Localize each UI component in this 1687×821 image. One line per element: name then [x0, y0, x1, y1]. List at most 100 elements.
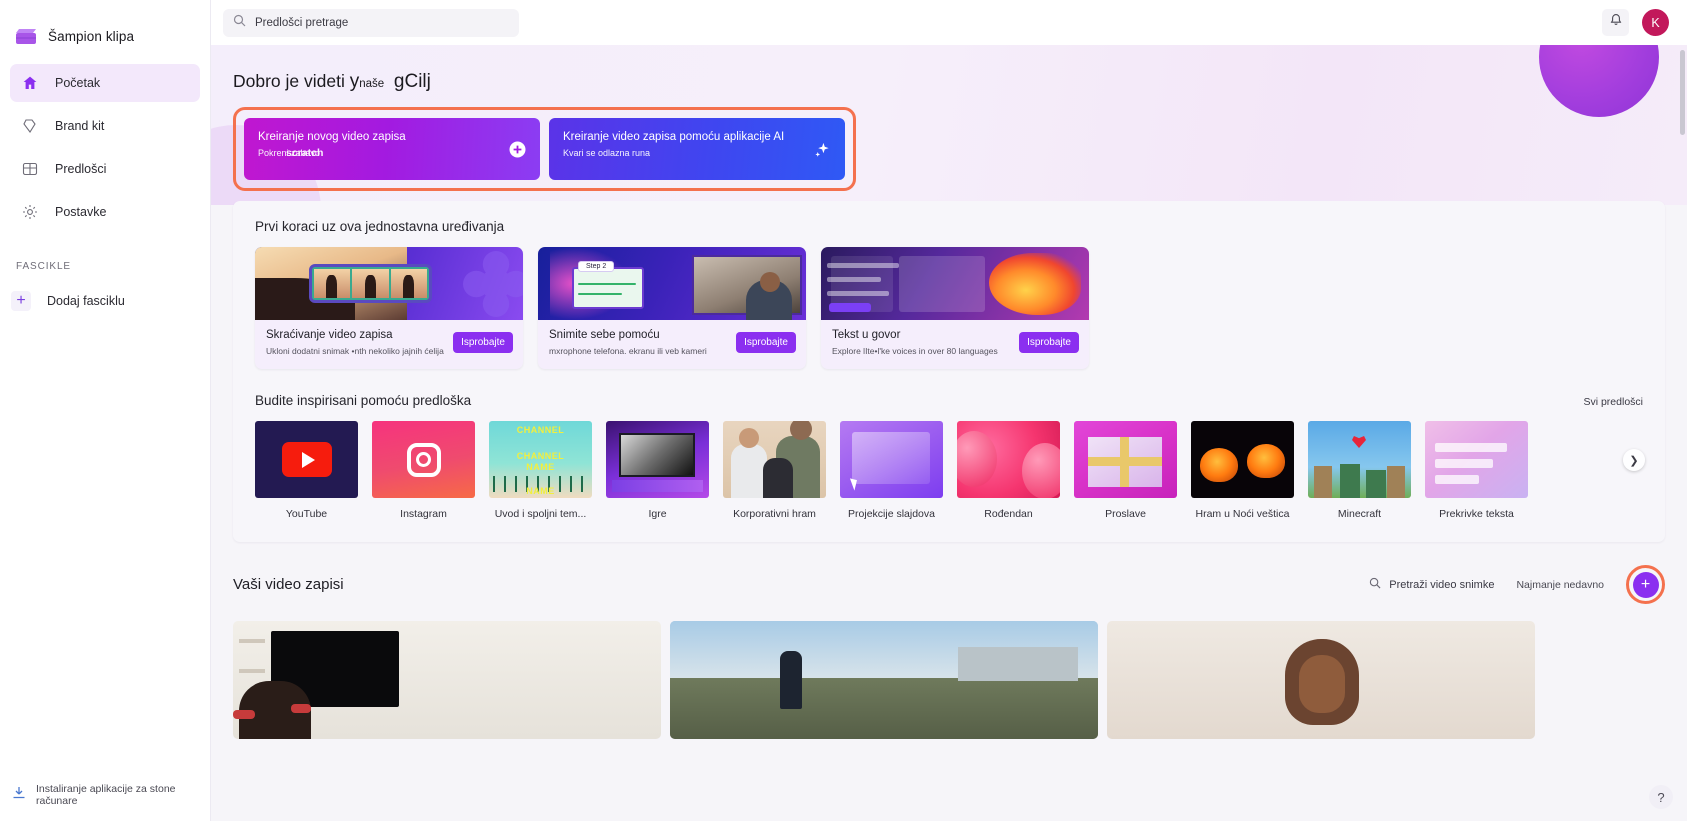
gear-icon — [21, 203, 39, 221]
cta-subtitle-overlap: scratch — [286, 147, 323, 159]
install-desktop-app-button[interactable]: Instaliranje aplikacije za stone računar… — [12, 783, 210, 807]
videos-row — [233, 621, 1665, 739]
search-videos-button[interactable]: Pretraži video snimke — [1369, 577, 1494, 592]
content-panel: Prvi koraci uz ova jednostavna uređivanj… — [233, 201, 1665, 542]
template-label: YouTube — [255, 508, 358, 520]
hero-title-part1: Dobro je videti — [233, 71, 350, 91]
template-label: Uvod i spoljni tem... — [489, 508, 592, 520]
search-input[interactable]: Predlošci pretrage — [223, 9, 519, 37]
channel-name-art: CHANNEL CHANNEL NAME NAME — [489, 421, 592, 498]
chevron-right-icon[interactable]: ❯ — [1623, 449, 1645, 471]
template-label: Projekcije slajdova — [840, 508, 943, 520]
videos-section: Vaši video zapisi Pretraži video snimke … — [233, 565, 1665, 739]
cta-annotation-box: Kreiranje novog video zapisa Pokreni zab… — [233, 107, 856, 191]
template-item[interactable]: Prekrivke teksta — [1425, 421, 1528, 520]
template-item[interactable]: Projekcije slajdova — [840, 421, 943, 520]
quick-edit-card[interactable]: Skraćivanje video zapisa Ukloni dodatni … — [255, 247, 523, 369]
templates-header: Budite inspirisani pomoću predloška Svi … — [255, 393, 1643, 408]
sidebar-item-postavke[interactable]: Postavke — [10, 193, 200, 231]
corporate-art — [723, 421, 826, 498]
sidebar: Šampion klipa Početak Brand kit — [0, 0, 211, 821]
video-card[interactable] — [1107, 621, 1535, 739]
sidebar-item-label: Predlošci — [55, 162, 106, 176]
template-item[interactable]: Igre — [606, 421, 709, 520]
sidebar-item-brand-kit[interactable]: Brand kit — [10, 107, 200, 145]
videos-tools: Pretraži video snimke Najmanje nedavno + — [1369, 565, 1665, 604]
text-to-speech-thumb — [821, 247, 1089, 320]
search-icon — [233, 14, 246, 32]
add-folder-button[interactable]: + Dodaj fasciklu — [0, 284, 210, 318]
instagram-art — [372, 421, 475, 498]
gaming-setup-art — [606, 421, 709, 498]
template-item[interactable]: Hram u Noći veštica — [1191, 421, 1294, 520]
cta-subtitle: Pokreni zabavo scratch — [258, 148, 526, 158]
sidebar-item-label: Brand kit — [55, 119, 104, 133]
search-icon — [1369, 577, 1381, 592]
quick-edit-card[interactable]: Step 2 Snimite sebe pomoću mxrophone tel… — [538, 247, 806, 369]
avatar[interactable]: K — [1642, 9, 1669, 36]
app-name: Šampion klipa — [48, 29, 134, 44]
halloween-pumpkins-art — [1191, 421, 1294, 498]
template-label: Proslave — [1074, 508, 1177, 520]
clapperboard-icon — [15, 28, 37, 45]
slideshow-art — [840, 421, 943, 498]
cta-title: Kreiranje video zapisa pomoću aplikacije… — [563, 130, 831, 144]
topbar: Predlošci pretrage K — [211, 0, 1687, 45]
cta-subtitle-text: Kvari se odlazna runa — [563, 148, 650, 158]
template-item[interactable]: Minecraft — [1308, 421, 1411, 520]
celebration-gift-art — [1074, 421, 1177, 498]
template-label: Hram u Noći veštica — [1191, 508, 1294, 520]
hero-title-small: naše — [359, 78, 384, 90]
install-label: Instaliranje aplikacije za stone računar… — [36, 783, 210, 807]
template-label: Korporativni hram — [723, 508, 826, 520]
create-new-video-button[interactable]: Kreiranje novog video zapisa Pokreni zab… — [244, 118, 540, 180]
cta-subtitle: Kvari se odlazna runa — [563, 148, 831, 158]
brand: Šampion klipa — [0, 0, 210, 56]
quick-edit-card[interactable]: Tekst u govor Explore lIte•l'ke voices i… — [821, 247, 1089, 369]
bell-icon — [1609, 13, 1623, 32]
template-item[interactable]: Instagram — [372, 421, 475, 520]
template-item[interactable]: Korporativni hram — [723, 421, 826, 520]
app-root: Šampion klipa Početak Brand kit — [0, 0, 1687, 821]
hero-title-y: y — [350, 71, 360, 92]
hero-section: Dobro je videti ynaše gCilj Kreiranje no… — [211, 45, 1687, 191]
template-item[interactable]: YouTube — [255, 421, 358, 520]
sidebar-item-pocetak[interactable]: Početak — [10, 64, 200, 102]
hero-title-big: gCilj — [394, 71, 431, 92]
sidebar-item-label: Početak — [55, 76, 100, 90]
template-item[interactable]: Proslave — [1074, 421, 1177, 520]
video-timeline-beach-thumb — [255, 247, 523, 320]
all-templates-link[interactable]: Svi predlošci — [1583, 396, 1643, 408]
quick-edit-body: Snimite sebe pomoću mxrophone telefona. … — [538, 320, 806, 369]
main-area: Predlošci pretrage K Dobro je videti yna… — [211, 0, 1687, 821]
videos-header: Vaši video zapisi Pretraži video snimke … — [233, 565, 1665, 604]
notifications-button[interactable] — [1602, 9, 1629, 36]
template-label: Instagram — [372, 508, 475, 520]
create-video-with-ai-button[interactable]: Kreiranje video zapisa pomoću aplikacije… — [549, 118, 845, 180]
template-label: Igre — [606, 508, 709, 520]
try-button[interactable]: Isprobajte — [736, 332, 796, 353]
video-card[interactable] — [670, 621, 1098, 739]
sidebar-item-predlosci[interactable]: Predlošci — [10, 150, 200, 188]
quick-edit-body: Skraćivanje video zapisa Ukloni dodatni … — [255, 320, 523, 369]
template-label: Minecraft — [1308, 508, 1411, 520]
page-title: Dobro je videti ynaše gCilj — [233, 71, 1687, 93]
add-folder-label: Dodaj fasciklu — [47, 294, 125, 308]
add-video-button[interactable]: + — [1633, 572, 1659, 598]
try-button[interactable]: Isprobajte — [1019, 332, 1079, 353]
template-label: Prekrivke teksta — [1425, 508, 1528, 520]
cta-title: Kreiranje novog video zapisa — [258, 130, 526, 144]
template-item[interactable]: CHANNEL CHANNEL NAME NAME Uvod i spoljni… — [489, 421, 592, 520]
quick-edits-heading: Prvi koraci uz ova jednostavna uređivanj… — [255, 219, 1643, 234]
template-item[interactable]: Rođendan — [957, 421, 1060, 520]
scroll-area[interactable]: Dobro je videti ynaše gCilj Kreiranje no… — [211, 45, 1687, 821]
add-video-annotation: + — [1626, 565, 1665, 604]
try-button[interactable]: Isprobajte — [453, 332, 513, 353]
topbar-right: K — [1602, 9, 1669, 36]
sort-dropdown[interactable]: Najmanje nedavno — [1516, 579, 1604, 591]
brand-kit-icon — [21, 117, 39, 135]
sparkles-icon — [813, 140, 831, 158]
question-mark-icon[interactable]: ? — [1649, 785, 1673, 809]
video-card[interactable] — [233, 621, 661, 739]
step-badge: Step 2 — [578, 261, 614, 272]
